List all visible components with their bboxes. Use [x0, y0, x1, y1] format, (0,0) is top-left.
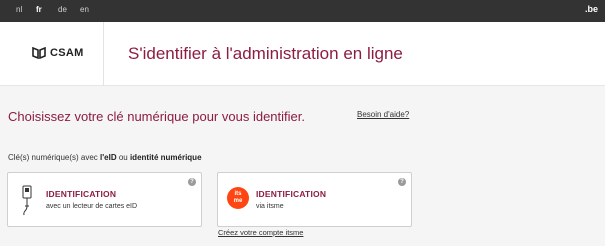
subtitle-prefix: Clé(s) numérique(s) avec: [8, 153, 101, 162]
lang-de[interactable]: de: [58, 5, 67, 14]
csam-logo-text: CSAM: [50, 47, 84, 59]
main-heading: Choisissez votre clé numérique pour vous…: [8, 109, 305, 124]
itsme-icon: its me: [227, 187, 249, 209]
header: CSAM S'identifier à l'administration en …: [0, 22, 605, 86]
card-reader-icon: [22, 185, 32, 216]
top-bar: nl fr de en .be: [0, 0, 605, 22]
eid-card-title: IDENTIFICATION: [46, 189, 117, 199]
itsme-icon-text-me: me: [233, 198, 243, 204]
main-content: Choisissez votre clé numérique pour vous…: [0, 87, 605, 246]
subtitle-mid: ou: [116, 153, 130, 162]
itsme-help-icon[interactable]: ?: [398, 178, 406, 186]
csam-logo-icon: [32, 47, 46, 59]
subtitle-eid: l'eID: [100, 153, 117, 162]
itsme-card-subtitle: via itsme: [256, 203, 284, 210]
itsme-icon-text-its: its: [234, 191, 242, 197]
itsme-card-title: IDENTIFICATION: [256, 189, 327, 199]
csam-logo[interactable]: CSAM: [0, 22, 104, 86]
be-logo[interactable]: .be: [585, 4, 598, 14]
keys-subtitle: Clé(s) numérique(s) avec l'eID ou identi…: [8, 153, 202, 162]
itsme-card[interactable]: its me IDENTIFICATION via itsme ?: [217, 172, 412, 227]
eid-card[interactable]: IDENTIFICATION avec un lecteur de cartes…: [7, 172, 202, 227]
help-link[interactable]: Besoin d'aide?: [357, 110, 409, 119]
lang-nl[interactable]: nl: [16, 5, 22, 14]
lang-en[interactable]: en: [80, 5, 89, 14]
subtitle-digital: identité numérique: [129, 153, 202, 162]
page-title: S'identifier à l'administration en ligne: [128, 44, 403, 63]
eid-help-icon[interactable]: ?: [188, 178, 196, 186]
lang-fr[interactable]: fr: [36, 5, 42, 14]
create-itsme-link[interactable]: Créez votre compte itsme: [218, 228, 303, 237]
eid-card-subtitle: avec un lecteur de cartes eID: [46, 203, 138, 210]
